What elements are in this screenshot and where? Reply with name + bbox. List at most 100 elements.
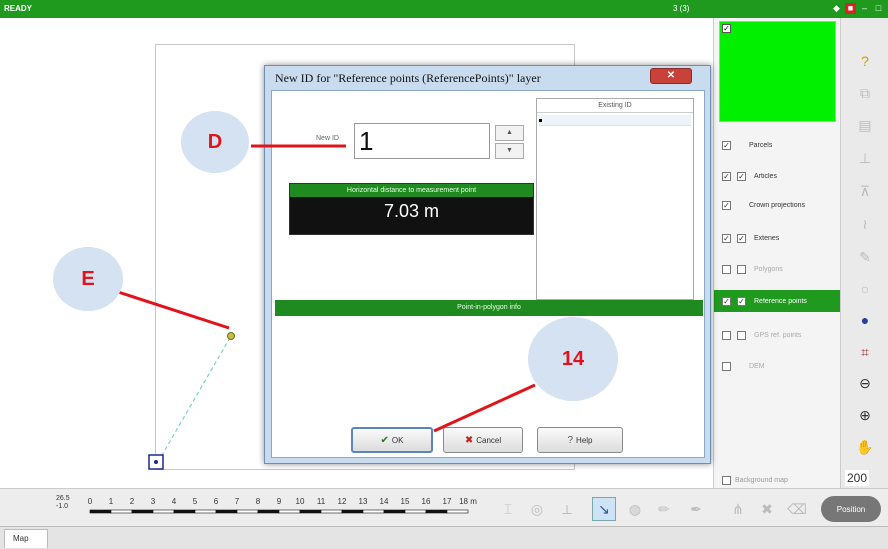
vertex-icon[interactable]: ⊥ (852, 145, 878, 171)
background-map-toggle[interactable]: Background map (722, 476, 788, 485)
bottom-toolbar: 26.5 -1.0 0 1 2 3 4 5 6 7 8 9 10 11 12 13 14 15 16 17 18 m… (0, 488, 888, 526)
tree-icon[interactable]: ⊼ (852, 178, 878, 204)
scale-tick-label: 0 (88, 497, 93, 506)
zoom-out-icon[interactable]: ⊖ (852, 370, 878, 396)
scale-segment (152, 509, 175, 514)
scale-tick-label: 17 (443, 497, 452, 506)
layer-label: Polygons (754, 265, 783, 273)
increment-button[interactable]: ▲ (495, 125, 524, 141)
layer-edit-checkbox[interactable] (737, 264, 746, 274)
distance-panel: Horizontal distance to measurement point… (289, 183, 534, 235)
erase-icon[interactable]: ⌫ (785, 497, 809, 521)
cross-icon: ✖ (464, 434, 474, 446)
layer-checkbox[interactable]: ✓ (722, 233, 731, 243)
scale-tick-label: 15 (401, 497, 410, 506)
help-icon[interactable]: ? (852, 48, 878, 74)
dialog-body: New ID ▲ ▼ Existing ID Horizontal distan… (271, 90, 705, 458)
layer-edit-checkbox[interactable] (737, 330, 746, 340)
layer-row-articles[interactable]: ✓ ✓ Articles (714, 165, 841, 187)
target-icon[interactable]: ◎ (525, 497, 549, 521)
layer-edit-checkbox[interactable]: ✓ (737, 171, 746, 181)
pen-icon[interactable]: ✒ (684, 497, 708, 521)
scale-tick-label: 3 (151, 497, 156, 506)
layer-preview[interactable]: ✓ (719, 21, 836, 122)
layer-row-polygons[interactable]: Polygons (714, 258, 841, 280)
existing-id-list[interactable]: Existing ID (536, 98, 694, 300)
scale-tick-label: 1 (109, 497, 114, 506)
background-map-label: Background map (735, 477, 788, 484)
close-icon[interactable]: ✕ (650, 68, 692, 84)
background-map-checkbox[interactable] (722, 476, 731, 485)
table-icon[interactable]: ▤ (852, 112, 878, 138)
layer-edit-checkbox[interactable]: ✓ (737, 296, 746, 306)
layer-row-crown-projections[interactable]: ✓ Crown projections (714, 194, 841, 216)
circle-icon[interactable]: ○ (852, 276, 878, 302)
layer-checkbox[interactable] (722, 361, 731, 371)
layer-checkbox[interactable] (722, 330, 731, 340)
first-tool-icon[interactable]: ⌶ (496, 497, 520, 521)
edit-icon[interactable]: ✎ (852, 244, 878, 270)
layer-edit-checkbox[interactable]: ✓ (737, 233, 746, 243)
layer-row-gps-ref-points[interactable]: GPS ref. points (714, 324, 841, 346)
layer-checkbox[interactable]: ✓ (722, 171, 731, 181)
cancel-button[interactable]: ✖ Cancel (443, 427, 523, 453)
scale-tick-label: 7 (235, 497, 240, 506)
scale-segment (446, 509, 469, 514)
new-id-dialog: New ID for "Reference points (ReferenceP… (264, 65, 711, 464)
layer-label: GPS ref. points (754, 331, 802, 339)
delete-icon[interactable]: ✖ (755, 497, 779, 521)
curve-icon[interactable]: ≀ (852, 211, 878, 237)
copy-icon[interactable]: ⧉ (852, 80, 878, 106)
help-label: Help (576, 435, 593, 445)
help-button[interactable]: ? Help (537, 427, 623, 453)
scale-segment (362, 509, 385, 514)
measure-icon[interactable]: ⟂ (555, 497, 579, 521)
selection-count: 3 (3) (673, 4, 690, 13)
layer-checkbox[interactable]: ✓ (722, 140, 731, 150)
new-id-label: New ID (316, 135, 339, 142)
zoom-level-label[interactable]: 200 (845, 470, 870, 486)
scale-bottom-value: -1.0 (56, 503, 69, 510)
zoom-in-icon[interactable]: ⊕ (852, 402, 878, 428)
pointer-tool-icon[interactable]: ↘ (592, 497, 616, 521)
scale-tick-label: 6 (214, 497, 219, 506)
list-item[interactable] (539, 115, 691, 126)
language-flag-icon[interactable]: ■ (845, 3, 856, 14)
distance-value: 7.03 m (383, 201, 440, 221)
layer-checkbox[interactable]: ✓ (722, 296, 731, 306)
preview-checkbox[interactable]: ✓ (722, 24, 731, 33)
scale-segment (110, 509, 133, 514)
split-icon[interactable]: ⋔ (726, 497, 750, 521)
new-id-field[interactable] (354, 123, 490, 159)
tab-map[interactable]: Map (4, 529, 48, 548)
tool-column: ? ⧉ ▤ ⊥ ⊼ ≀ ✎ ○ ● ⌗ ⊖ ⊕ ✋ 200 (840, 18, 888, 488)
layer-checkbox[interactable] (722, 264, 731, 274)
decrement-button[interactable]: ▼ (495, 143, 524, 159)
layer-row-reference-points[interactable]: ✓ ✓ Reference points (714, 290, 841, 312)
scale-segment (89, 509, 112, 514)
minimize-icon[interactable]: – (859, 3, 870, 14)
info-icon[interactable]: ● (852, 307, 878, 333)
status-text: READY (4, 4, 33, 13)
compass-icon[interactable]: ◍ (623, 497, 647, 521)
maximize-icon[interactable]: □ (873, 3, 884, 14)
layer-row-parcels[interactable]: ✓ Parcels (714, 134, 841, 156)
layer-row-dem[interactable]: DEM (714, 355, 841, 377)
pencil-icon[interactable]: ✏ (652, 497, 676, 521)
keyboard-arrow-icon[interactable]: ◆ (831, 3, 842, 14)
layer-label: Crown projections (749, 201, 806, 209)
measurement-line (157, 335, 232, 463)
annotation-bubble-14: 14 (528, 317, 618, 401)
layer-checkbox[interactable]: ✓ (722, 200, 731, 210)
extent-icon[interactable]: ⌗ (852, 339, 878, 365)
layer-label: DEM (749, 362, 765, 370)
ok-button[interactable]: ✔ OK (351, 427, 433, 453)
check-icon: ✔ (380, 434, 389, 446)
position-button[interactable]: Position (821, 496, 881, 522)
tab-strip: Map (0, 526, 888, 549)
scale-segment (404, 509, 427, 514)
measurement-point (227, 332, 235, 340)
pan-icon[interactable]: ✋ (852, 434, 878, 460)
scale-segment (194, 509, 217, 514)
layer-row-extenes[interactable]: ✓ ✓ Extenes (714, 227, 841, 249)
